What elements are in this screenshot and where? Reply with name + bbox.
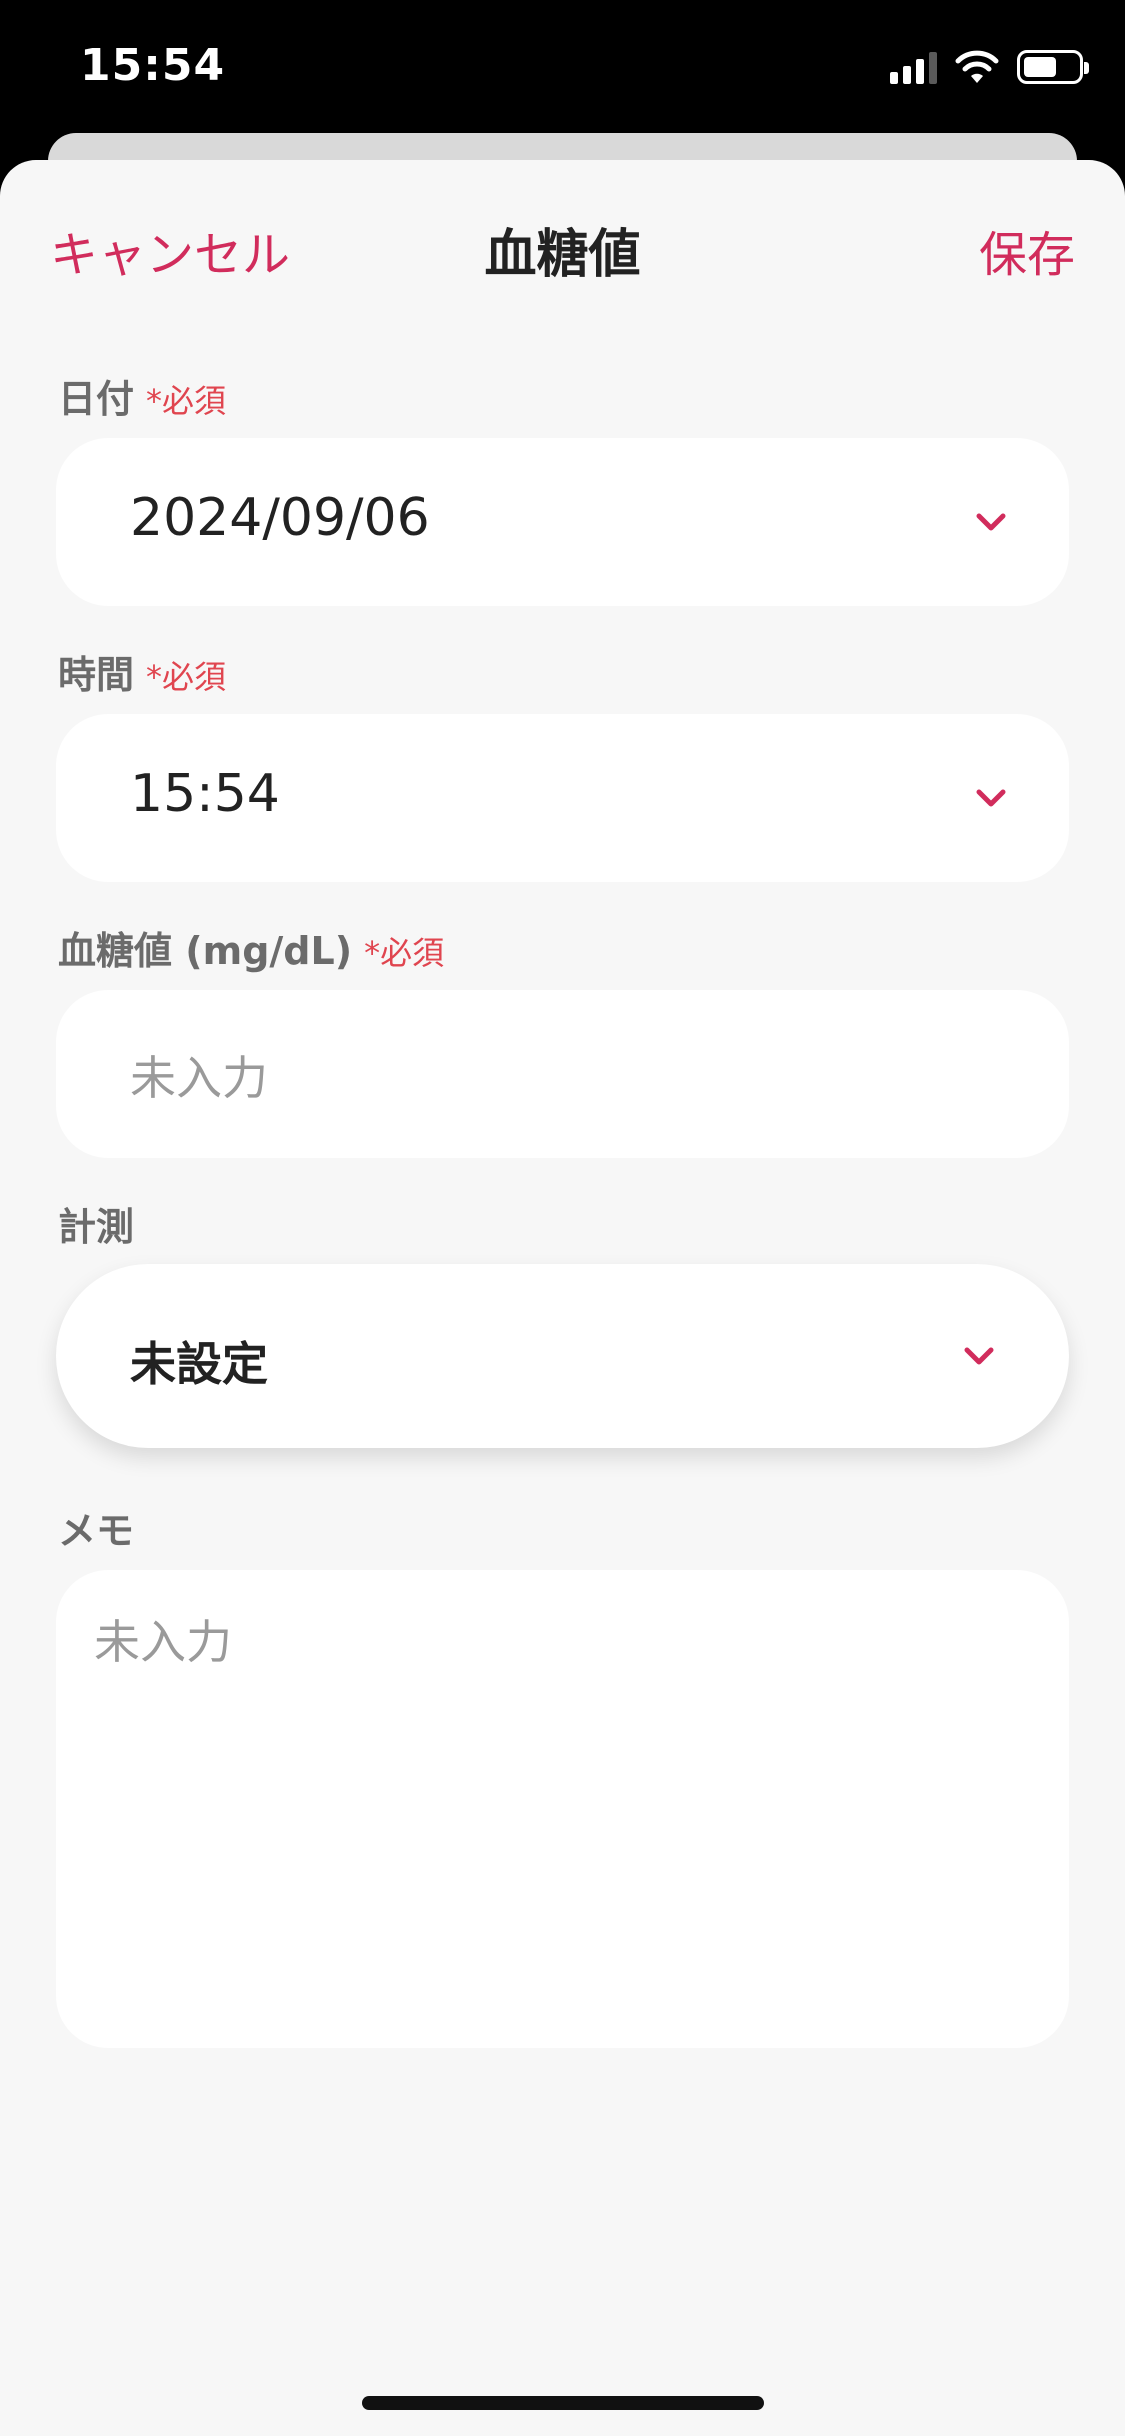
home-indicator — [362, 2396, 764, 2410]
measurement-select[interactable]: 未設定 — [56, 1264, 1069, 1448]
date-value: 2024/09/06 — [130, 488, 430, 548]
time-picker[interactable]: 15:54 — [56, 714, 1069, 882]
wifi-icon — [955, 50, 999, 83]
time-label: 時間 *必須 — [58, 644, 226, 699]
battery-icon — [1017, 50, 1089, 84]
status-bar: 15:54 — [0, 0, 1125, 130]
date-picker[interactable]: 2024/09/06 — [56, 438, 1069, 606]
cancel-button[interactable]: キャンセル — [50, 215, 290, 285]
required-mark: *必須 — [146, 658, 227, 696]
memo-label-text: メモ — [58, 1509, 135, 1553]
cellular-signal-icon — [890, 50, 937, 84]
memo-textarea[interactable]: 未入力 — [56, 1570, 1069, 2048]
chevron-down-icon — [976, 789, 1006, 807]
glucose-label: 血糖値 (mg/dL) *必須 — [58, 920, 444, 975]
measurement-label: 計測 — [58, 1196, 134, 1251]
time-value: 15:54 — [130, 764, 280, 824]
required-mark: *必須 — [364, 934, 445, 972]
measurement-label-text: 計測 — [58, 1205, 135, 1249]
glucose-label-text: 血糖値 (mg/dL) — [58, 929, 353, 973]
glucose-input[interactable]: 未入力 — [56, 990, 1069, 1158]
status-time: 15:54 — [80, 40, 226, 91]
chevron-down-icon — [976, 513, 1006, 531]
measurement-value: 未設定 — [130, 1337, 268, 1391]
save-button[interactable]: 保存 — [979, 215, 1075, 285]
glucose-placeholder: 未入力 — [130, 1051, 268, 1105]
navigation-bar: キャンセル 血糖値 保存 — [0, 160, 1125, 330]
memo-placeholder: 未入力 — [94, 1615, 232, 1669]
chevron-down-icon — [964, 1347, 994, 1365]
status-icons — [890, 50, 1089, 84]
required-mark: *必須 — [146, 382, 227, 420]
memo-label: メモ — [58, 1500, 134, 1555]
date-label-text: 日付 — [58, 377, 135, 421]
date-label: 日付 *必須 — [58, 368, 226, 423]
modal-sheet: キャンセル 血糖値 保存 日付 *必須 2024/09/06 時間 *必須 15:5… — [0, 160, 1125, 2436]
time-label-text: 時間 — [58, 653, 135, 697]
